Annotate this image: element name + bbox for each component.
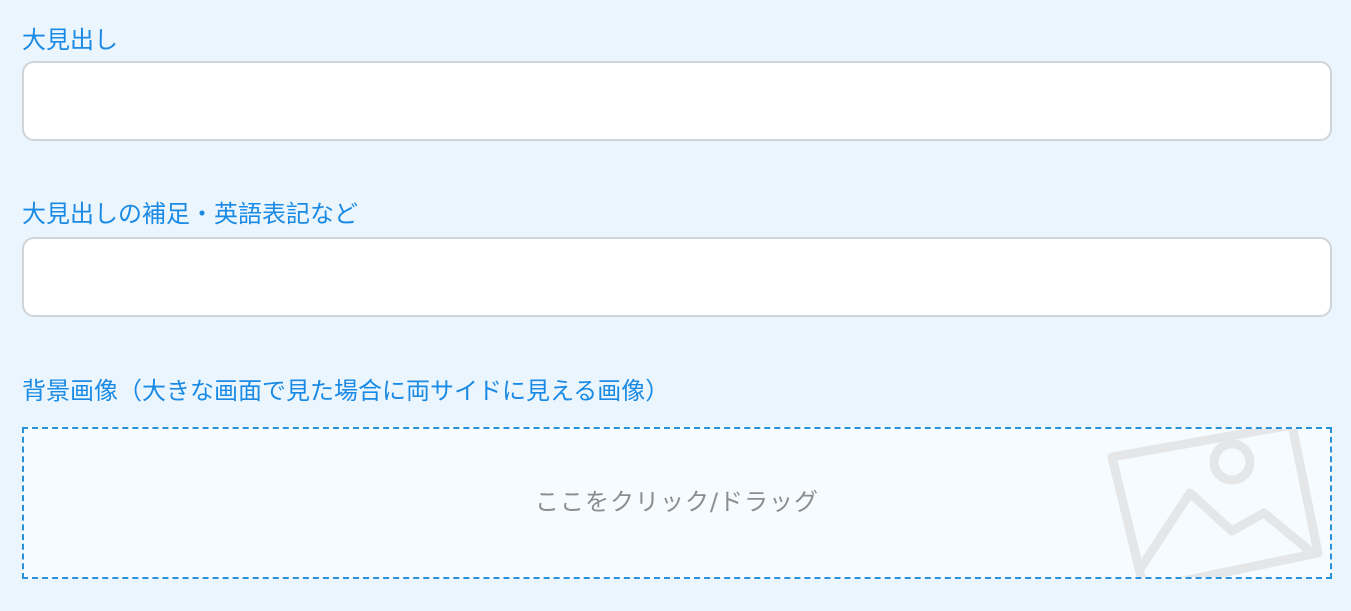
form-panel: 大見出し 大見出しの補足・英語表記など 背景画像（大きな画面で見た場合に両サイド… [0,0,1351,611]
subheading-input[interactable] [22,237,1332,317]
background-image-label: 背景画像（大きな画面で見た場合に両サイドに見える画像） [22,377,670,405]
heading-label: 大見出し [22,26,118,54]
subheading-label: 大見出しの補足・英語表記など [22,200,358,228]
background-image-dropzone[interactable]: ここをクリック/ドラッグ [22,427,1332,579]
heading-input[interactable] [22,61,1332,141]
image-placeholder-icon [1107,429,1323,577]
